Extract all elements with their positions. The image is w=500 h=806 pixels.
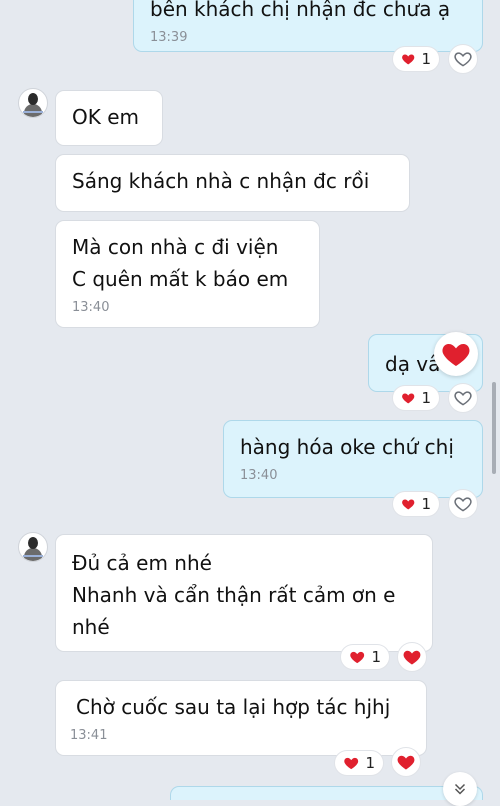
reaction-count: 1: [421, 495, 431, 513]
message-bubble-outgoing-partial[interactable]: [170, 786, 483, 800]
reaction-badge[interactable]: 1: [392, 385, 440, 411]
reaction-count: 1: [421, 50, 431, 68]
scroll-down-button[interactable]: [443, 772, 477, 806]
heart-icon: [397, 755, 415, 770]
user-avatar[interactable]: [18, 88, 48, 118]
message-bubble-incoming[interactable]: Đủ cả em nhé Nhanh và cẩn thận rất cảm ơ…: [55, 534, 433, 652]
react-button[interactable]: [391, 747, 421, 777]
message-text: Mà con nhà c đi viện C quên mất k báo em: [72, 235, 289, 291]
heart-icon: [403, 650, 421, 665]
message-bubble-incoming[interactable]: Chờ cuốc sau ta lại hợp tác hjhj 13:41: [55, 680, 427, 756]
heart-icon: [402, 54, 415, 65]
reaction-count: 1: [421, 389, 431, 407]
heart-outline-icon: [454, 52, 472, 67]
message-text: Sáng khách nhà c nhận đc rồi: [72, 169, 370, 193]
message-time: 13:40: [72, 300, 110, 315]
message-bubble-outgoing[interactable]: bên khách chị nhận đc chưa ạ 13:39: [133, 0, 483, 52]
reaction-badge[interactable]: 1: [340, 644, 390, 670]
heart-icon: [344, 757, 359, 770]
message-text: hàng hóa oke chứ chị: [240, 435, 454, 459]
user-avatar[interactable]: [18, 532, 48, 562]
message-text: Chờ cuốc sau ta lại hợp tác hjhj: [76, 695, 391, 719]
message-time: 13:40: [240, 468, 278, 483]
react-button[interactable]: [448, 44, 478, 74]
heart-icon: [442, 344, 470, 366]
react-button[interactable]: [448, 383, 478, 413]
message-bubble-outgoing[interactable]: hàng hóa oke chứ chị 13:40: [223, 420, 483, 498]
message-time: 13:39: [150, 30, 188, 45]
heart-outline-icon: [454, 497, 472, 512]
message-time: 13:41: [70, 728, 108, 743]
reaction-badge[interactable]: 1: [334, 750, 384, 776]
react-button[interactable]: [397, 642, 427, 672]
heart-icon: [350, 651, 365, 664]
message-text: bên khách chị nhận đc chưa ạ: [150, 0, 451, 21]
double-chevron-down-icon: [454, 783, 466, 795]
react-button[interactable]: [448, 489, 478, 519]
reaction-badge[interactable]: 1: [392, 491, 440, 517]
reaction-badge[interactable]: 1: [392, 46, 440, 72]
message-bubble-incoming[interactable]: OK em: [55, 90, 163, 146]
heart-icon: [402, 393, 415, 404]
heart-icon: [402, 499, 415, 510]
reaction-heart-popup[interactable]: [434, 332, 478, 376]
reaction-count: 1: [371, 648, 381, 666]
heart-outline-icon: [454, 391, 472, 406]
message-bubble-incoming[interactable]: Mà con nhà c đi viện C quên mất k báo em…: [55, 220, 320, 328]
message-text: Đủ cả em nhé Nhanh và cẩn thận rất cảm ơ…: [72, 551, 396, 639]
scrollbar[interactable]: [492, 382, 496, 474]
reaction-count: 1: [365, 754, 375, 772]
message-bubble-incoming[interactable]: Sáng khách nhà c nhận đc rồi: [55, 154, 410, 212]
message-text: OK em: [72, 105, 140, 129]
